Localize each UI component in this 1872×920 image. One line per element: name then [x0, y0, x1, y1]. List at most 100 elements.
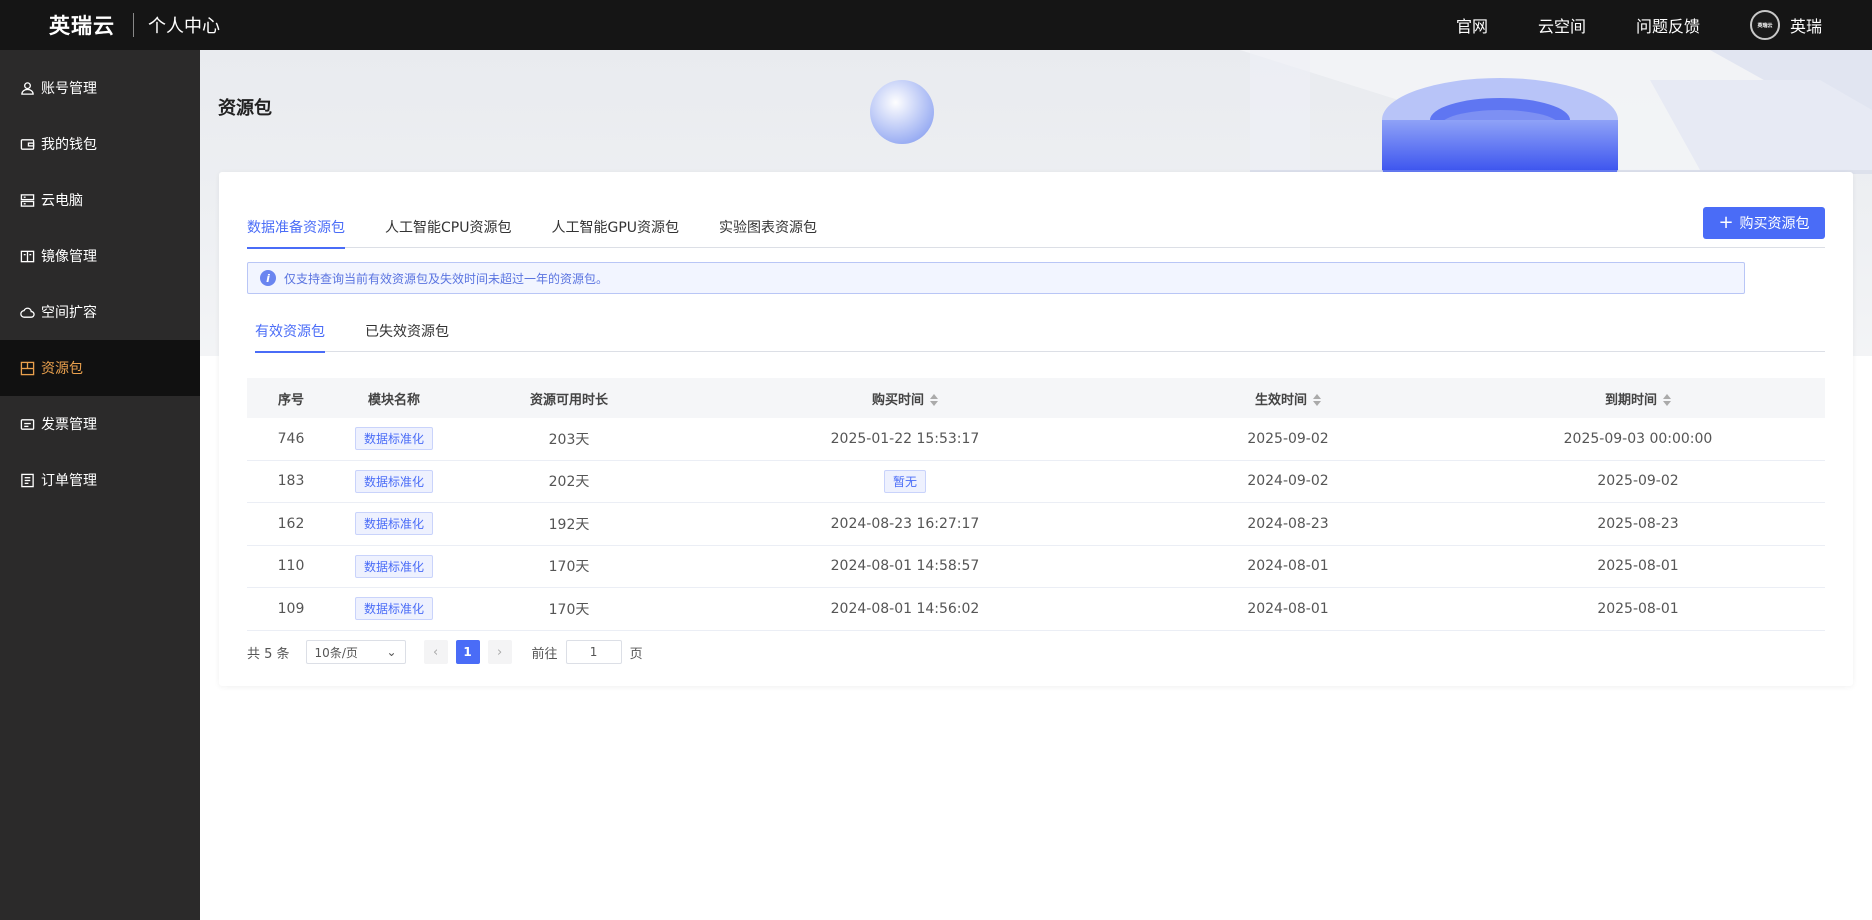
sidebar-item-label: 账号管理	[41, 81, 97, 97]
total-count: 共 5 条	[247, 646, 290, 662]
sidebar-item-account[interactable]: 账号管理	[0, 60, 200, 116]
content-card: 数据准备资源包 人工智能CPU资源包 人工智能GPU资源包 实验图表资源包 + …	[219, 172, 1853, 686]
module-tag: 数据标准化	[354, 597, 433, 621]
brand-subtitle: 个人中心	[148, 16, 220, 37]
cell-index: 162	[277, 515, 305, 532]
cell-expire-time: 2025-08-23	[1597, 515, 1679, 532]
col-purchase-time-label: 购买时间	[871, 392, 924, 408]
info-icon: i	[260, 270, 276, 286]
sidebar-item-cloud-pc[interactable]: 云电脑	[0, 172, 200, 228]
cell-module: 数据标准化	[335, 597, 453, 621]
page-size-select[interactable]: 10条/页 ⌄	[305, 640, 406, 664]
col-index: 序号	[277, 392, 304, 408]
cell-purchase-time: 2024-08-01 14:58:57	[830, 558, 980, 575]
info-notice: i 仅支持查询当前有效资源包及失效时间未超过一年的资源包。	[247, 262, 1745, 294]
cell-module: 数据标准化	[335, 427, 453, 451]
cell-purchase-time: 2024-08-23 16:27:17	[830, 515, 980, 532]
goto-label: 前往	[531, 646, 558, 662]
sort-icon[interactable]	[1313, 394, 1321, 406]
col-module: 模块名称	[367, 392, 420, 408]
cell-expire-time: 2025-08-01	[1597, 600, 1679, 617]
avatar-logo: 英瑞云	[1757, 22, 1773, 29]
sidebar-item-expansion[interactable]: 空间扩容	[0, 284, 200, 340]
brand-logo[interactable]: 英瑞云	[49, 10, 115, 40]
buy-pack-label: 购买资源包	[1739, 216, 1810, 232]
sidebar-item-label: 空间扩容	[41, 305, 97, 321]
cell-effective-time: 2024-08-23	[1247, 515, 1329, 532]
col-effective-time[interactable]: 生效时间	[1125, 389, 1451, 408]
sidebar-item-label: 云电脑	[41, 193, 83, 209]
sort-icon[interactable]	[930, 394, 938, 406]
brand-divider	[133, 13, 134, 37]
cell-duration: 203天	[548, 431, 590, 448]
cell-effective-time: 2025-09-02	[1247, 430, 1329, 447]
tab-ai-cpu[interactable]: 人工智能CPU资源包	[385, 218, 511, 248]
cell-module: 数据标准化	[335, 554, 453, 578]
notice-text: 仅支持查询当前有效资源包及失效时间未超过一年的资源包。	[284, 271, 609, 286]
sidebar-item-orders[interactable]: 订单管理	[0, 452, 200, 508]
col-expire-time-label: 到期时间	[1604, 392, 1657, 408]
cell-purchase-time: 2025-01-22 15:53:17	[830, 430, 980, 447]
cell-index: 110	[277, 558, 305, 575]
sidebar-item-label: 订单管理	[41, 473, 97, 489]
sort-icon[interactable]	[1663, 394, 1671, 406]
cell-effective-time: 2024-08-01	[1247, 558, 1329, 575]
buy-pack-button[interactable]: + 购买资源包	[1703, 207, 1825, 239]
server-icon	[20, 193, 35, 208]
pack-type-tabs: 数据准备资源包 人工智能CPU资源包 人工智能GPU资源包 实验图表资源包	[247, 218, 1825, 249]
image-icon	[20, 249, 35, 264]
table-row: 183 数据标准化 202天 暂无 2024-09-02 2025-09-02	[247, 461, 1825, 503]
table-header: 序号 模块名称 资源可用时长 购买时间 生效时间 到期时间	[247, 378, 1825, 418]
user-icon	[20, 81, 35, 96]
status-tabs: 有效资源包 已失效资源包	[255, 322, 1825, 353]
module-tag: 数据标准化	[354, 554, 433, 578]
pagination: 共 5 条 10条/页 ⌄ ‹ 1 › 前往 页	[247, 640, 643, 664]
module-tag: 数据标准化	[354, 427, 433, 451]
col-expire-time[interactable]: 到期时间	[1451, 389, 1825, 408]
chevron-down-icon: ⌄	[386, 645, 397, 659]
cell-index: 109	[277, 600, 305, 617]
tab-expired-packs[interactable]: 已失效资源包	[365, 322, 449, 352]
tab-data-prep[interactable]: 数据准备资源包	[247, 218, 345, 249]
user-menu[interactable]: 英瑞云 英瑞	[1749, 10, 1822, 40]
module-tag: 数据标准化	[354, 469, 433, 493]
tab-chart[interactable]: 实验图表资源包	[719, 218, 817, 248]
table-row: 109 数据标准化 170天 2024-08-01 14:56:02 2024-…	[247, 588, 1825, 631]
goto-page-input[interactable]	[565, 640, 622, 664]
module-tag: 数据标准化	[354, 512, 433, 536]
page-size-value: 10条/页	[314, 645, 358, 660]
user-name[interactable]: 英瑞	[1790, 13, 1822, 37]
nav-cloud-space[interactable]: 云空间	[1538, 13, 1586, 37]
cell-effective-time: 2024-09-02	[1247, 473, 1329, 490]
order-icon	[20, 473, 35, 488]
sidebar-item-resource-packs[interactable]: 资源包	[0, 340, 200, 396]
sidebar-item-images[interactable]: 镜像管理	[0, 228, 200, 284]
col-purchase-time[interactable]: 购买时间	[685, 389, 1125, 408]
sidebar-item-invoices[interactable]: 发票管理	[0, 396, 200, 452]
table-row: 162 数据标准化 192天 2024-08-23 16:27:17 2024-…	[247, 503, 1825, 546]
wallet-icon	[20, 137, 35, 152]
plus-icon: +	[1718, 212, 1734, 233]
table-row: 110 数据标准化 170天 2024-08-01 14:58:57 2024-…	[247, 546, 1825, 588]
tab-valid-packs[interactable]: 有效资源包	[255, 322, 325, 353]
cell-duration: 202天	[548, 474, 590, 491]
next-page-button[interactable]: ›	[487, 640, 512, 664]
sidebar-item-wallet[interactable]: 我的钱包	[0, 116, 200, 172]
page-number-current[interactable]: 1	[455, 640, 480, 664]
ticket-icon	[20, 417, 35, 432]
sidebar-item-label: 镜像管理	[41, 249, 97, 265]
main-content: 资源包 数据准备资源包 人工智能CPU资源包 人工智能GPU资源包 实验图表资源…	[200, 50, 1872, 920]
sidebar-item-label: 我的钱包	[41, 137, 97, 153]
nav-official-site[interactable]: 官网	[1456, 13, 1488, 37]
prev-page-button[interactable]: ‹	[423, 640, 448, 664]
cell-expire-time: 2025-08-01	[1597, 558, 1679, 575]
tab-ai-gpu[interactable]: 人工智能GPU资源包	[551, 218, 679, 248]
avatar[interactable]: 英瑞云	[1749, 10, 1780, 40]
cell-expire-time: 2025-09-02	[1597, 473, 1679, 490]
cell-module: 数据标准化	[335, 469, 453, 493]
cell-module: 数据标准化	[335, 512, 453, 536]
cell-duration: 170天	[548, 601, 590, 618]
nav-feedback[interactable]: 问题反馈	[1636, 13, 1700, 37]
col-duration: 资源可用时长	[529, 392, 608, 408]
page-title: 资源包	[218, 98, 272, 119]
